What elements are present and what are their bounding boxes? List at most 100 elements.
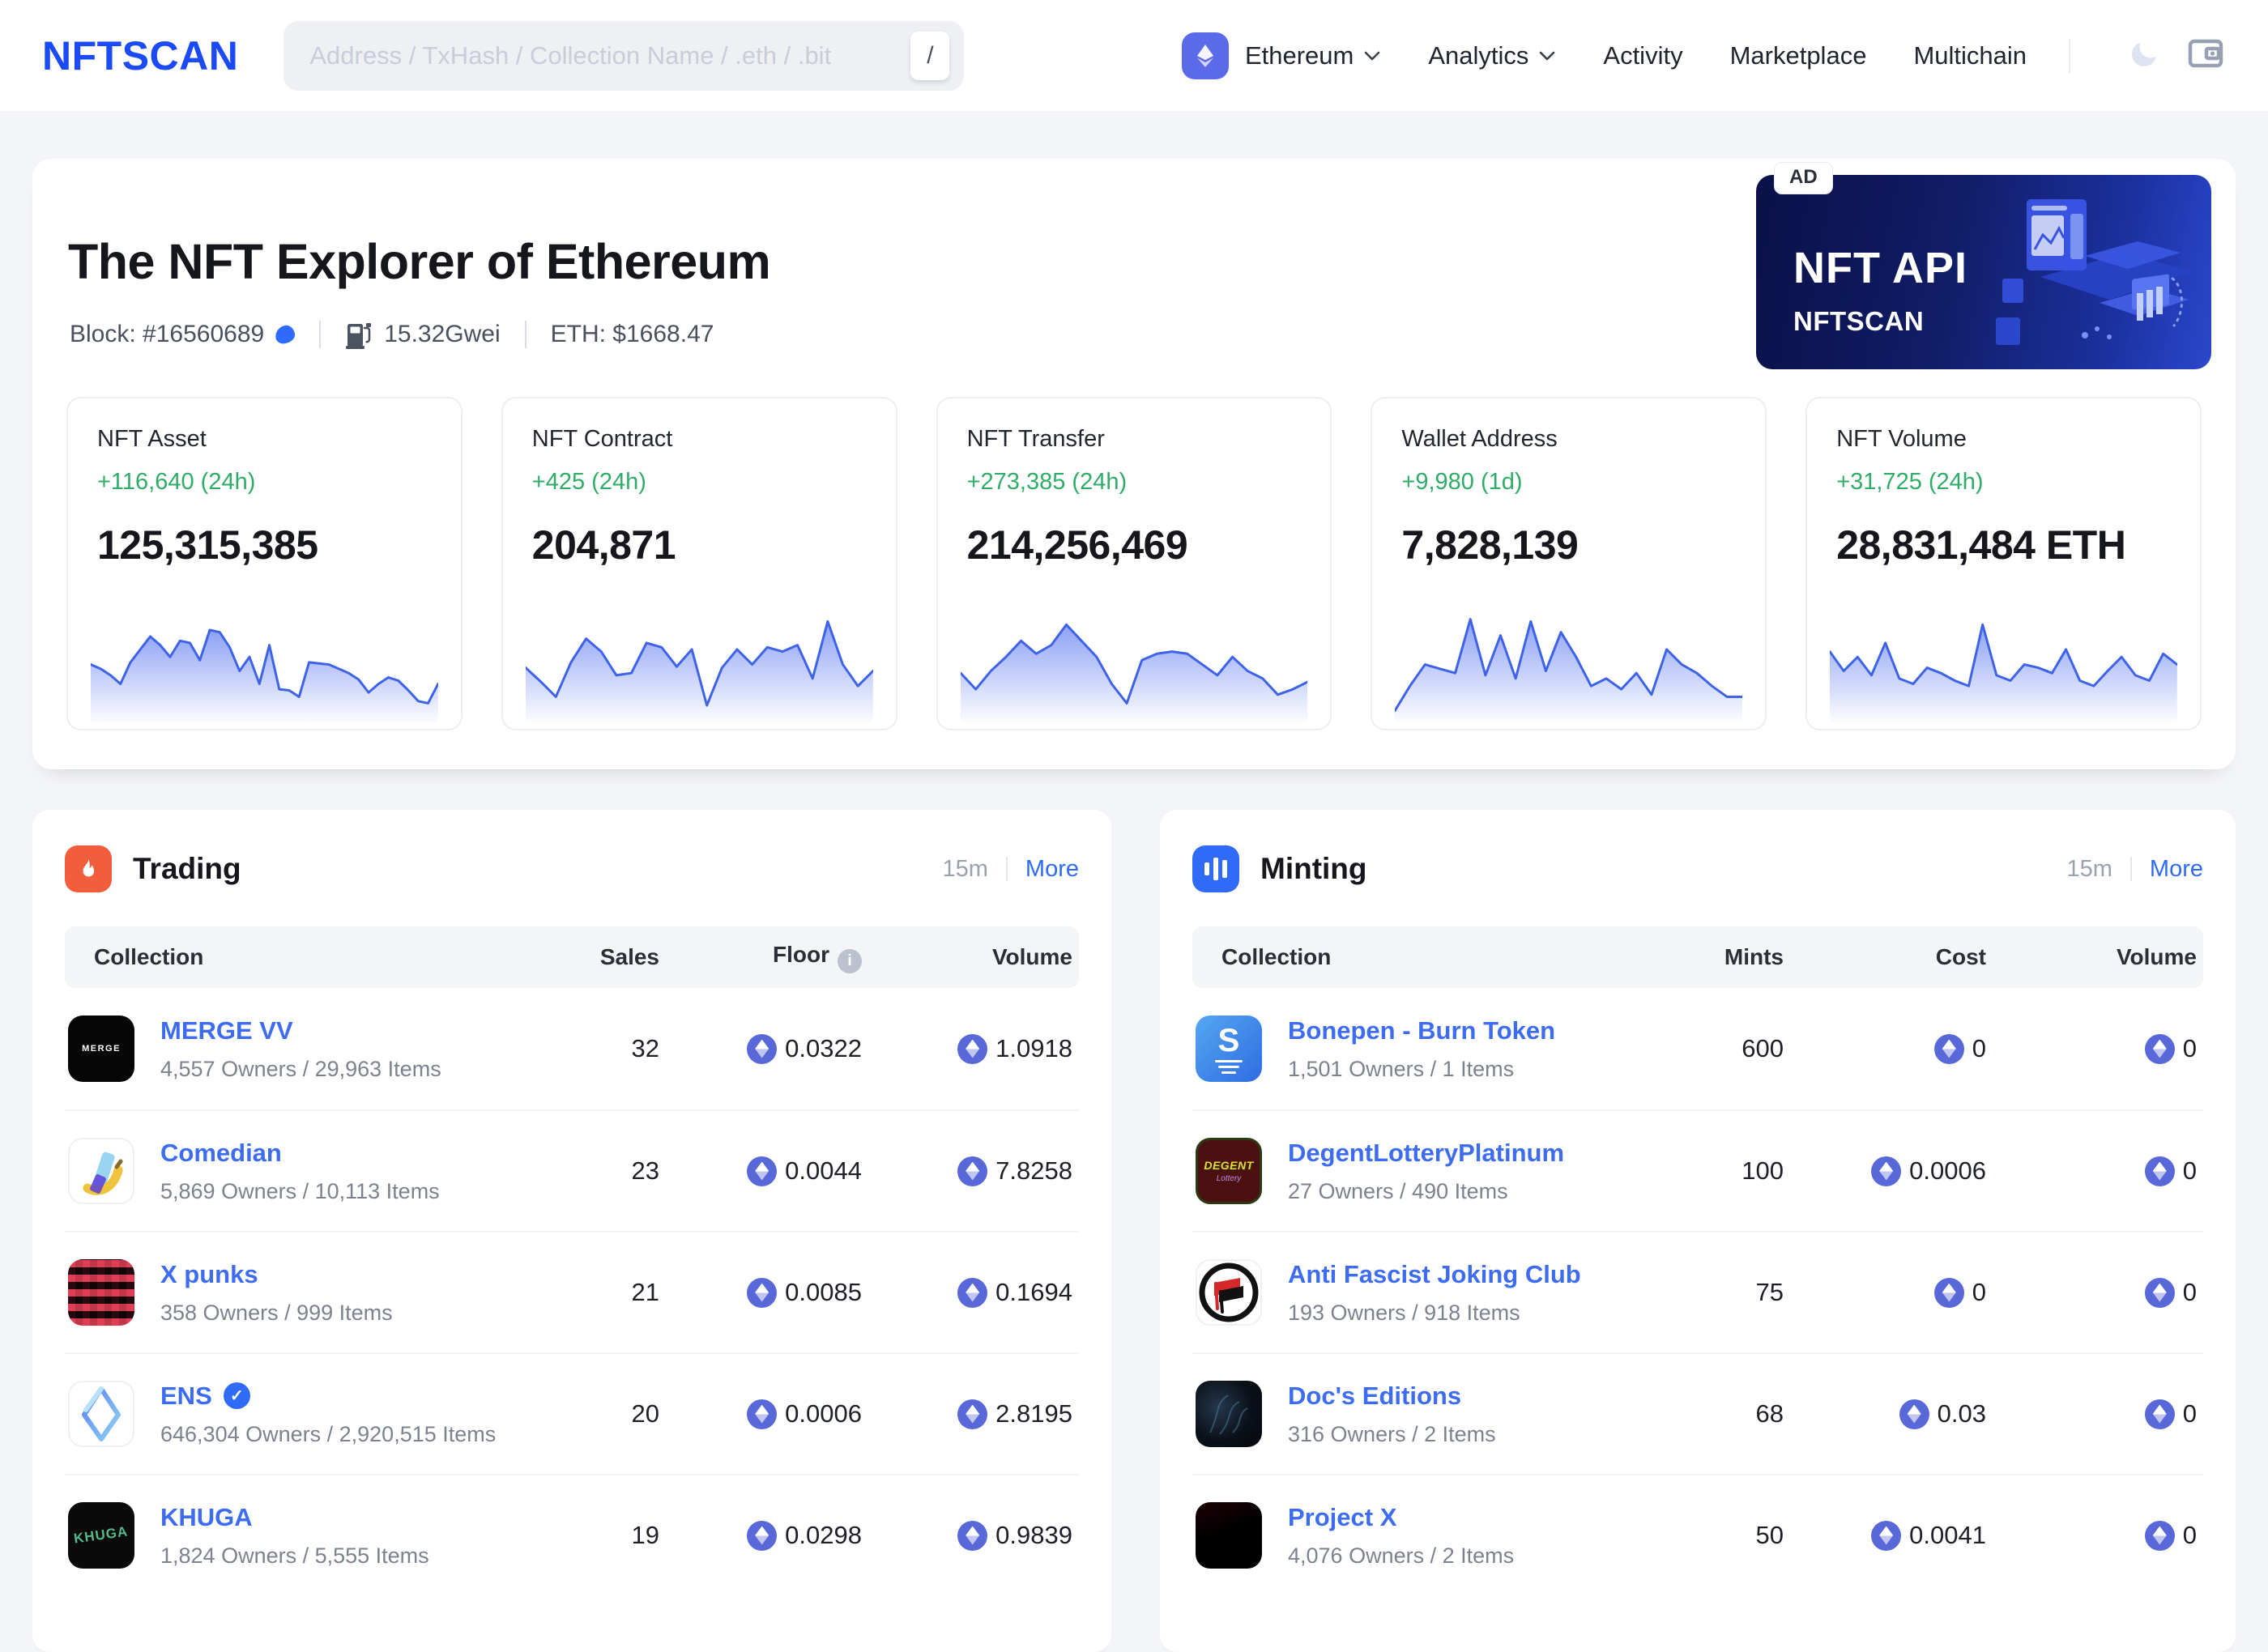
volume-value: 7.8258 (862, 1156, 1072, 1186)
stat-delta: +31,725 (24h) (1836, 469, 1984, 495)
collection-link[interactable]: Comedian (160, 1139, 282, 1168)
collection-thumbnail[interactable]: S (1196, 1015, 1262, 1082)
eth-price[interactable]: ETH: $1668.47 (551, 321, 714, 348)
nft-api-illustration (1963, 181, 2206, 368)
collection-thumbnail[interactable] (68, 1259, 134, 1326)
stat-card-nft-asset: NFT Asset +116,640 (24h) 125,315,385 (66, 397, 463, 730)
stat-delta: +425 (24h) (531, 469, 646, 495)
hero-card: The NFT Explorer of Ethereum Block: #165… (32, 159, 2236, 769)
sales-value: 23 (631, 1156, 659, 1185)
eth-icon (747, 1520, 778, 1551)
cost-value: 0.0006 (1784, 1156, 1986, 1186)
divider (524, 321, 526, 348)
volume-value: 0 (1986, 1156, 2197, 1186)
table-row[interactable]: Comedian 5,869 Owners / 10,113 Items 23 … (65, 1109, 1079, 1231)
nav-analytics[interactable]: Analytics (1428, 41, 1556, 70)
stat-label: NFT Transfer (966, 426, 1105, 452)
chain-status-row: Block: #16560689 15.32Gwei ETH: $1668.47 (70, 319, 714, 350)
minting-panel: Minting 15m More Collection Mints Cost V… (1160, 810, 2236, 1652)
collection-owners-items: 27 Owners / 490 Items (1288, 1178, 1508, 1203)
collection-link[interactable]: Anti Fascist Joking Club (1288, 1260, 1581, 1289)
collection-thumbnail[interactable] (1196, 1259, 1262, 1326)
collection-thumbnail[interactable] (68, 1381, 134, 1447)
nav-multichain[interactable]: Multichain (1913, 41, 2027, 70)
stat-label: NFT Asset (97, 426, 207, 452)
eth-icon (957, 1399, 988, 1429)
table-row[interactable]: Anti Fascist Joking Club 193 Owners / 91… (1192, 1231, 2203, 1352)
eth-icon (1933, 1277, 1964, 1308)
collection-link[interactable]: DegentLotteryPlatinum (1288, 1139, 1564, 1168)
search-bar[interactable]: / (284, 20, 965, 91)
collection-thumbnail[interactable] (1196, 1502, 1262, 1569)
table-row[interactable]: X punks 358 Owners / 999 Items 21 0.0085… (65, 1231, 1079, 1352)
search-input[interactable] (309, 40, 911, 70)
nft-api-ad-banner[interactable]: AD NFT API NFTSCAN (1756, 162, 2211, 369)
collection-thumbnail[interactable]: KHUGA (68, 1502, 134, 1569)
nav-marketplace[interactable]: Marketplace (1730, 41, 1867, 70)
sales-value: 32 (631, 1034, 659, 1062)
bar-chart-icon (1192, 845, 1239, 892)
table-row[interactable]: S Bonepen - Burn Token 1,501 Owners / 1 … (1192, 988, 2203, 1109)
table-row[interactable]: DEGENT Lottery DegentLotteryPlatinum 27 O… (1192, 1109, 2203, 1231)
nav-activity[interactable]: Activity (1603, 41, 1682, 70)
gas-price[interactable]: 15.32Gwei (384, 321, 500, 348)
wallet-connect-button[interactable] (2187, 36, 2226, 75)
collection-link[interactable]: Doc's Editions (1288, 1382, 1461, 1411)
page-title: The NFT Explorer of Ethereum (68, 234, 771, 289)
stat-card-wallet-address: Wallet Address +9,980 (1d) 7,828,139 (1371, 397, 1767, 730)
floor-value: 0.0298 (659, 1520, 862, 1551)
eth-icon (957, 1156, 988, 1186)
table-row[interactable]: KHUGA KHUGA 1,824 Owners / 5,555 Items 1… (65, 1474, 1079, 1595)
stat-delta: +9,980 (1d) (1401, 469, 1523, 495)
block-indicator-icon (274, 324, 296, 345)
collection-link[interactable]: X punks (160, 1260, 258, 1289)
table-row[interactable]: MERGE MERGE VV 4,557 Owners / 29,963 Ite… (65, 988, 1079, 1109)
floor-value: 0.0085 (659, 1277, 862, 1308)
volume-value: 2.8195 (862, 1399, 1072, 1429)
stat-value: 7,828,139 (1401, 522, 1579, 568)
sales-value: 19 (631, 1521, 659, 1549)
eth-icon (2144, 1033, 2175, 1064)
collection-owners-items: 1,824 Owners / 5,555 Items (160, 1543, 429, 1568)
info-icon[interactable]: i (838, 948, 862, 973)
ad-brand-logo: NFTSCAN (1793, 306, 1925, 336)
ad-badge: AD (1774, 162, 1833, 194)
top-navbar: NFTSCAN / Ethereum Analytics Activity Ma… (0, 0, 2268, 111)
trading-more-link[interactable]: More (1025, 856, 1079, 883)
cost-value: 0 (1784, 1033, 1986, 1064)
collection-link[interactable]: KHUGA (160, 1503, 253, 1532)
wallet-icon (2187, 36, 2226, 75)
dark-mode-toggle[interactable] (2129, 36, 2164, 75)
sales-value: 20 (631, 1399, 659, 1428)
collection-link[interactable]: Project X (1288, 1503, 1396, 1532)
table-row[interactable]: Doc's Editions 316 Owners / 2 Items 68 0… (1192, 1352, 2203, 1474)
collection-thumbnail[interactable]: MERGE (68, 1015, 134, 1082)
volume-value: 1.0918 (862, 1033, 1072, 1064)
mints-value: 50 (1755, 1521, 1784, 1549)
block-number[interactable]: Block: #16560689 (70, 321, 264, 348)
collection-link[interactable]: Bonepen - Burn Token (1288, 1016, 1555, 1045)
eth-icon (1871, 1520, 1902, 1551)
collection-thumbnail[interactable]: DEGENT Lottery (1196, 1138, 1262, 1204)
collection-link[interactable]: MERGE VV (160, 1016, 293, 1045)
nftscan-logo[interactable]: NFTSCAN (42, 32, 238, 79)
gas-pump-icon (345, 319, 373, 350)
chain-selector[interactable]: Ethereum (1181, 32, 1381, 79)
minting-more-link[interactable]: More (2150, 856, 2203, 883)
collection-thumbnail[interactable] (68, 1138, 134, 1204)
ethereum-icon (1181, 32, 1229, 79)
stat-value: 204,871 (531, 522, 676, 568)
collection-owners-items: 193 Owners / 918 Items (1288, 1300, 1520, 1325)
mints-value: 75 (1755, 1278, 1784, 1306)
stat-value: 214,256,469 (966, 522, 1188, 568)
collection-link[interactable]: ENS ✓ (160, 1382, 250, 1411)
collection-owners-items: 358 Owners / 999 Items (160, 1300, 393, 1325)
sparkline-chart (1395, 599, 1743, 722)
table-row[interactable]: ENS ✓ 646,304 Owners / 2,920,515 Items 20… (65, 1352, 1079, 1474)
divider (319, 321, 322, 348)
table-row[interactable]: Project X 4,076 Owners / 2 Items 50 0.00… (1192, 1474, 2203, 1595)
collection-thumbnail[interactable] (1196, 1381, 1262, 1447)
floor-value: 0.0322 (659, 1033, 862, 1064)
sparkline-chart (960, 599, 1308, 722)
col-collection: Collection (94, 944, 204, 969)
